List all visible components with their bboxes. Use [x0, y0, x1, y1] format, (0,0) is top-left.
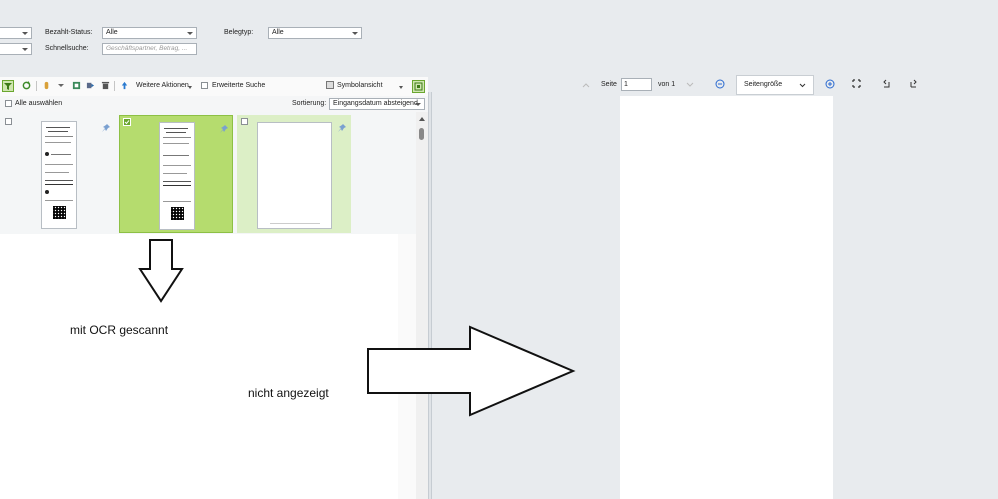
delete-icon[interactable] [101, 81, 110, 90]
view-mode-select[interactable]: Symbolansicht [337, 82, 383, 89]
document-card[interactable] [237, 115, 351, 233]
upload-icon[interactable] [120, 81, 129, 90]
zoom-out-icon[interactable] [715, 79, 725, 91]
down-arrow-annotation [138, 239, 184, 303]
schnellsuche-label: Schnellsuche: [45, 45, 89, 52]
erweiterte-suche-label: Erweiterte Suche [212, 82, 266, 89]
weitere-aktionen-button[interactable]: Weitere Aktionen [136, 82, 189, 89]
belegtyp-label: Belegtyp: [224, 29, 254, 36]
bezahlt-status-select[interactable]: Alle [102, 27, 197, 39]
blank-page-thumbnail [257, 122, 332, 229]
viewer-toolbar: Seite 1 von 1 Seitengröße [432, 75, 998, 95]
right-arrow-annotation [367, 325, 576, 417]
annotation-area [0, 234, 398, 499]
scrollbar-thumb[interactable] [419, 128, 424, 140]
scroll-up-icon[interactable] [419, 117, 425, 121]
zoom-in-icon[interactable] [825, 79, 835, 91]
page-number-input[interactable]: 1 [621, 78, 652, 91]
seite-label: Seite [601, 81, 617, 88]
sortierung-value: Eingangsdatum absteigend [333, 100, 418, 107]
preview-toggle-icon[interactable] [412, 80, 425, 93]
chevron-down-icon [187, 32, 193, 35]
pin-icon[interactable] [337, 123, 347, 135]
filter-icon[interactable] [2, 80, 14, 92]
document-card[interactable] [1, 115, 115, 233]
zoom-select[interactable]: Seitengröße [736, 75, 814, 95]
pin-icon[interactable] [219, 124, 229, 136]
card-checkbox[interactable] [241, 118, 248, 125]
rotate-left-icon[interactable] [882, 79, 891, 90]
chevron-down-icon [415, 103, 421, 106]
ocr-annotation-text: mit OCR gescannt [70, 323, 169, 337]
chevron-down-icon [799, 83, 806, 88]
toolbar-divider [36, 81, 37, 91]
rotate-right-icon[interactable] [909, 79, 918, 90]
sortierung-label: Sortierung: [292, 100, 327, 107]
prev-page-icon[interactable] [582, 82, 590, 90]
viewer-page [620, 96, 833, 499]
not-shown-annotation-text: nicht angezeigt [248, 386, 329, 400]
card-checkbox[interactable] [5, 118, 12, 125]
chevron-down-icon [399, 86, 403, 89]
pin-icon[interactable] [101, 123, 111, 135]
alle-auswaehlen-label: Alle auswählen [15, 100, 63, 107]
export-icon[interactable] [72, 81, 81, 90]
next-page-icon[interactable] [686, 82, 694, 90]
refresh-icon[interactable] [22, 81, 31, 90]
receipt-thumbnail [159, 122, 195, 230]
zoom-value: Seitengröße [744, 81, 783, 88]
document-card-selected[interactable] [119, 115, 233, 233]
list-scrollbar[interactable] [416, 112, 428, 499]
filter-combo-1[interactable] [0, 27, 32, 39]
schnellsuche-input[interactable]: Geschäftspartner, Betrag, ... [102, 43, 197, 55]
belegtyp-value: Alle [272, 29, 284, 36]
attach-icon[interactable] [42, 81, 51, 90]
bezahlt-status-value: Alle [106, 29, 118, 36]
von-label: von 1 [658, 81, 676, 88]
chevron-down-icon [352, 32, 358, 35]
filter-combo-2[interactable] [0, 43, 32, 55]
fit-page-icon[interactable] [852, 79, 861, 90]
toolbar-divider [114, 81, 115, 91]
receipt-thumbnail [41, 121, 77, 229]
belegtyp-select[interactable]: Alle [268, 27, 362, 39]
move-icon[interactable] [86, 81, 95, 90]
alle-auswaehlen-checkbox[interactable] [5, 100, 12, 107]
chevron-down-icon [188, 86, 192, 89]
chevron-down-icon[interactable] [58, 84, 64, 87]
view-mode-icon [326, 81, 334, 89]
list-toolbar: Weitere Aktionen Erweiterte Suche Symbol… [0, 78, 428, 94]
erweiterte-suche-checkbox[interactable] [201, 82, 208, 89]
bezahlt-status-label: Bezahlt-Status: [45, 29, 93, 36]
card-checkbox-checked[interactable] [123, 118, 131, 126]
sortierung-select[interactable]: Eingangsdatum absteigend [329, 98, 425, 110]
